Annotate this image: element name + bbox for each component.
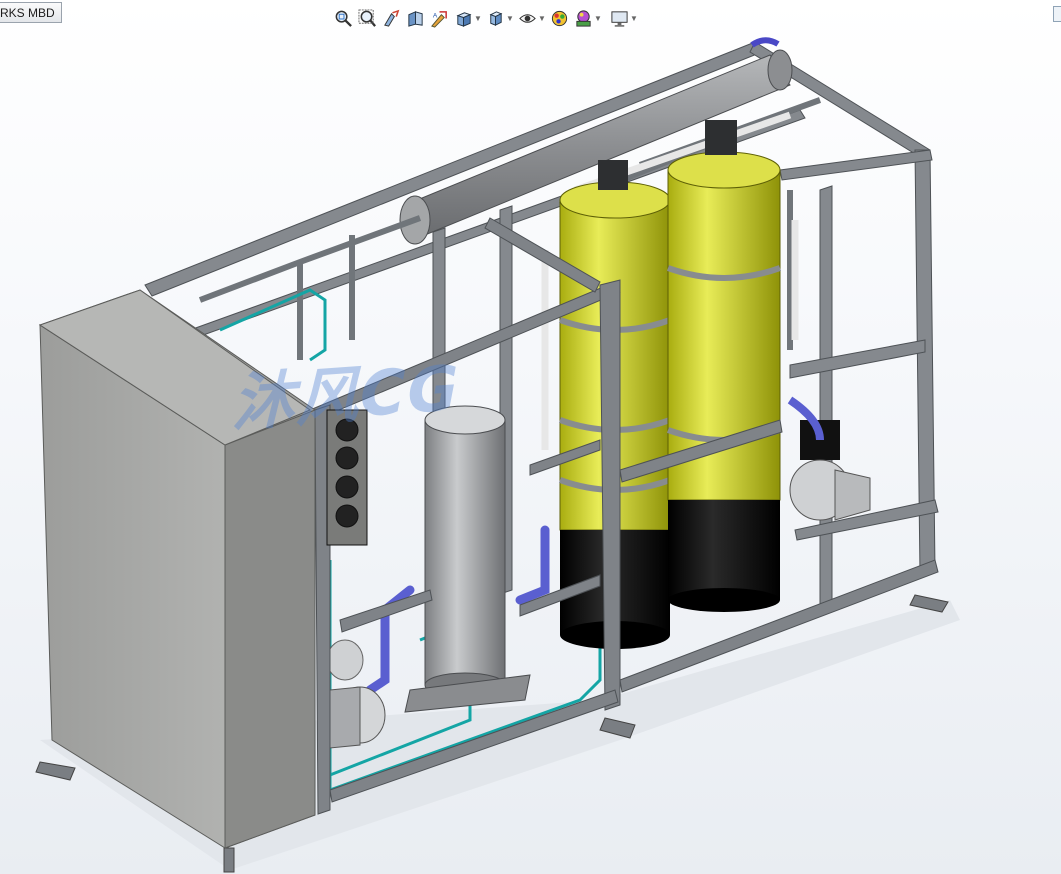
pump-left (326, 639, 386, 749)
3d-model-assembly[interactable] (0, 0, 1061, 874)
graphics-area[interactable]: RKS MBD A ▼ ▼ ▼ ▼ ▼ 沐风CG (0, 0, 1061, 874)
filter-tank-right (666, 120, 782, 612)
watermark-text: 沐风CG (232, 351, 461, 440)
